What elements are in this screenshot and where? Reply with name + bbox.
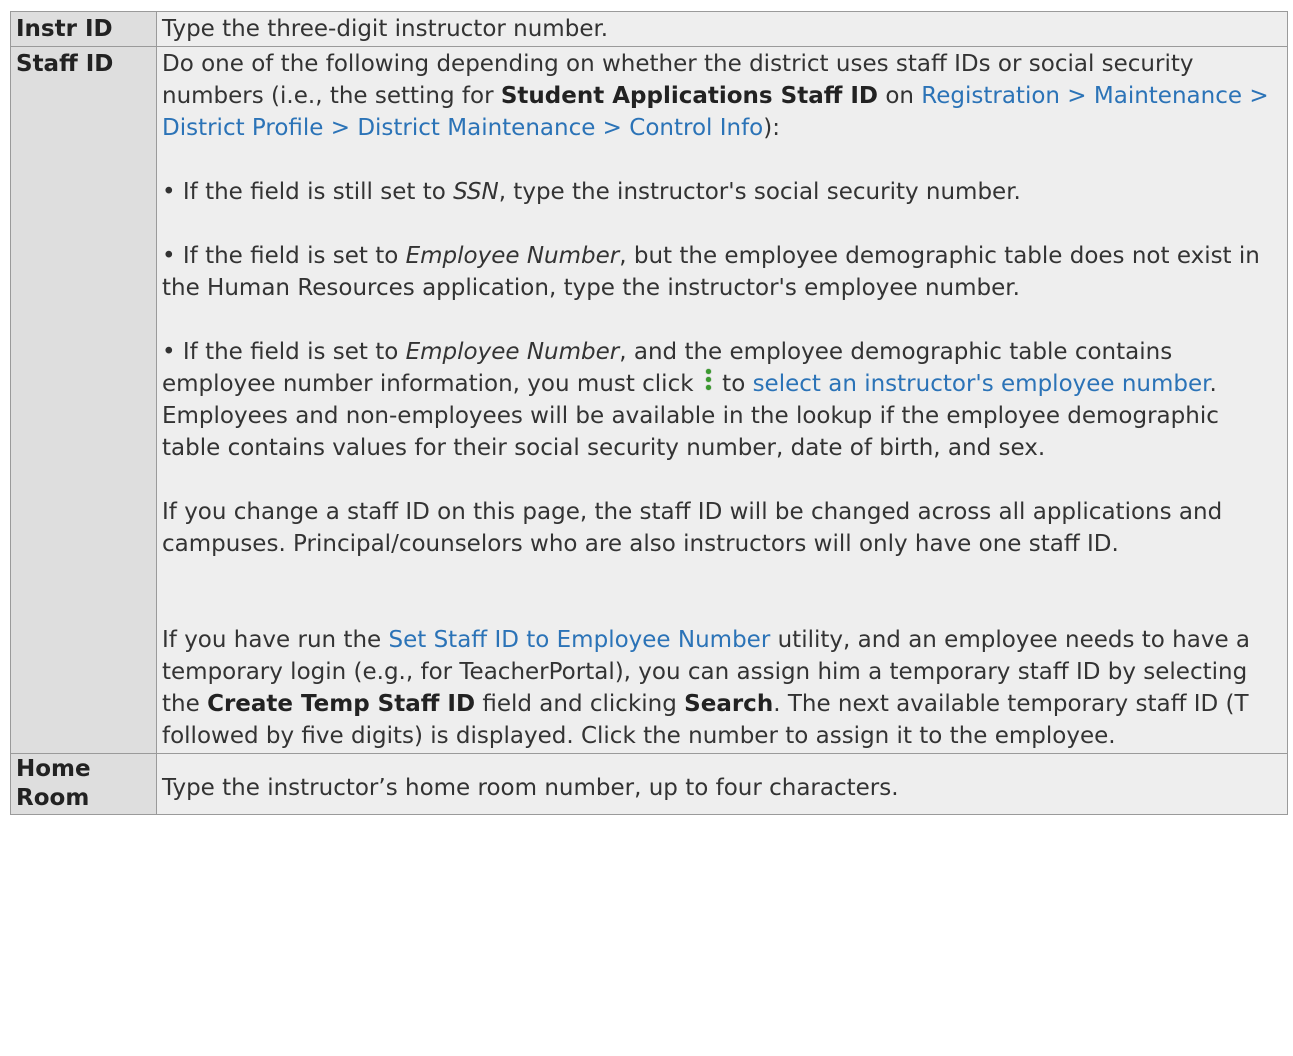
create-temp-staff-id-term: Create Temp Staff ID bbox=[207, 691, 476, 717]
home-room-description: Type the instructor’s home room number, … bbox=[162, 775, 899, 801]
field-name-home-room: Home Room bbox=[16, 756, 91, 811]
field-description-cell: Type the three-digit instructor number. bbox=[156, 11, 1288, 47]
table-row-instr-id: Instr ID Type the three-digit instructor… bbox=[10, 11, 1288, 47]
employee-number-lookup-bullet-paragraph: • If the field is set to Employee Number… bbox=[162, 339, 1219, 461]
set-staff-id-to-employee-number-link[interactable]: Set Staff ID to Employee Number bbox=[389, 627, 771, 653]
field-name-cell: Home Room bbox=[10, 753, 157, 815]
field-name-instr-id: Instr ID bbox=[16, 16, 113, 42]
field-description-cell: Type the instructor’s home room number, … bbox=[156, 753, 1288, 815]
field-description-table: Instr ID Type the three-digit instructor… bbox=[10, 11, 1288, 815]
select-instructor-employee-number-link[interactable]: select an instructor's employee number bbox=[753, 371, 1210, 397]
field-name-staff-id: Staff ID bbox=[16, 51, 114, 77]
search-term: Search bbox=[684, 691, 774, 717]
student-applications-staff-id-term: Student Applications Staff ID bbox=[500, 83, 879, 109]
field-name-cell: Instr ID bbox=[10, 11, 157, 47]
ssn-setting-term: SSN bbox=[453, 179, 499, 205]
staff-id-change-note-paragraph: If you change a staff ID on this page, t… bbox=[162, 499, 1223, 557]
field-description-cell: Do one of the following depending on whe… bbox=[156, 46, 1288, 754]
table-row-staff-id: Staff ID Do one of the following dependi… bbox=[10, 46, 1288, 754]
ssn-bullet-paragraph: • If the field is still set to SSN, type… bbox=[162, 179, 1021, 205]
instr-id-description: Type the three-digit instructor number. bbox=[162, 16, 609, 42]
temp-staff-id-paragraph: If you have run the Set Staff ID to Empl… bbox=[162, 627, 1251, 749]
field-name-cell: Staff ID bbox=[10, 46, 157, 754]
staff-id-intro-paragraph: Do one of the following depending on whe… bbox=[162, 51, 1269, 141]
employee-number-no-table-bullet-paragraph: • If the field is set to Employee Number… bbox=[162, 243, 1260, 301]
lookup-icon bbox=[703, 369, 713, 393]
employee-number-setting-term: Employee Number bbox=[405, 243, 620, 269]
employee-number-setting-term: Employee Number bbox=[405, 339, 620, 365]
table-row-home-room: Home Room Type the instructor’s home roo… bbox=[10, 753, 1288, 815]
